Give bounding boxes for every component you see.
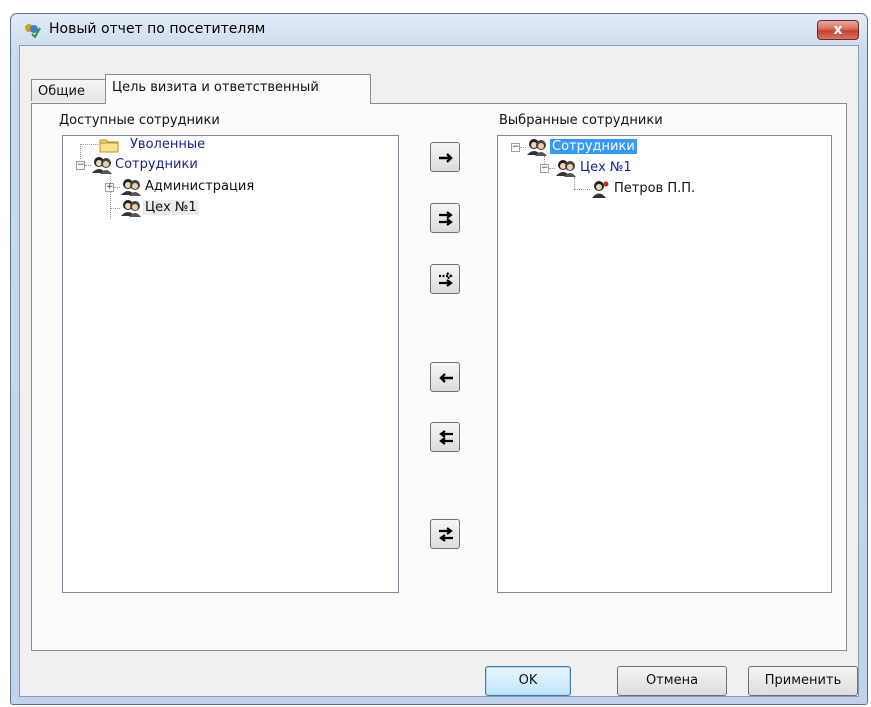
tree-item-administration[interactable]: + Администрация	[63, 178, 393, 198]
swap-arrows-icon	[439, 527, 453, 542]
dialog-client-area: Общие Цель визита и ответственный Доступ…	[19, 45, 859, 697]
tree-item-workshop-1[interactable]: Цех №1	[63, 199, 393, 219]
folder-icon	[99, 139, 119, 153]
tree-item-petrov[interactable]: Петров П.П.	[498, 180, 828, 200]
window-title: Новый отчет по посетителям	[49, 21, 266, 37]
group-icon	[92, 157, 112, 174]
move-right-button[interactable]	[430, 142, 460, 172]
tab-visit-purpose[interactable]: Цель визита и ответственный	[105, 74, 371, 104]
move-all-right-button[interactable]	[430, 203, 460, 233]
apply-button[interactable]: Применить	[748, 666, 858, 696]
arrow-left-icon	[439, 373, 453, 383]
tree-item-fired[interactable]: Уволенные	[63, 136, 393, 156]
cancel-button[interactable]: Отмена	[617, 666, 727, 696]
collapse-icon[interactable]: −	[540, 164, 549, 173]
group-icon	[556, 160, 576, 177]
move-left-button[interactable]	[430, 362, 460, 392]
person-icon	[592, 181, 609, 198]
close-icon: x	[833, 22, 843, 38]
close-button[interactable]: x	[817, 20, 859, 40]
title-bar[interactable]: Новый отчет по посетителям x	[11, 14, 867, 44]
group-icon	[121, 200, 141, 217]
group-icon	[121, 179, 141, 196]
arrow-right-icon	[439, 153, 453, 163]
selected-tree[interactable]: − Сотрудники − Цех №1 Петров П.П.	[497, 135, 832, 593]
collapse-icon[interactable]: −	[76, 161, 85, 170]
available-label: Доступные сотрудники	[59, 113, 220, 128]
expand-icon[interactable]: +	[105, 183, 114, 192]
swap-button[interactable]	[430, 519, 460, 549]
double-arrow-right-icon	[439, 211, 453, 226]
dialog-window: Новый отчет по посетителям x Общие Цель …	[10, 13, 868, 705]
selected-label: Выбранные сотрудники	[499, 113, 663, 128]
tab-panel: Доступные сотрудники Уволенные − Сотрудн…	[31, 103, 847, 651]
dotted-double-arrow-right-icon	[439, 272, 453, 287]
ok-button[interactable]: OK	[485, 666, 571, 696]
collapse-icon[interactable]: −	[511, 143, 520, 152]
move-selected-right-button[interactable]	[430, 264, 460, 294]
report-app-icon	[25, 24, 41, 38]
move-all-left-button[interactable]	[430, 422, 460, 452]
group-icon	[527, 139, 547, 156]
double-arrow-left-icon	[439, 430, 453, 445]
tree-item-workshop-1-selected[interactable]: − Цех №1	[498, 159, 828, 179]
available-tree[interactable]: Уволенные − Сотрудники + Администрация Ц…	[62, 135, 399, 593]
tree-item-employees-selected[interactable]: − Сотрудники	[498, 138, 828, 158]
tab-general[interactable]: Общие	[31, 79, 107, 101]
tree-item-employees[interactable]: − Сотрудники	[63, 156, 393, 176]
